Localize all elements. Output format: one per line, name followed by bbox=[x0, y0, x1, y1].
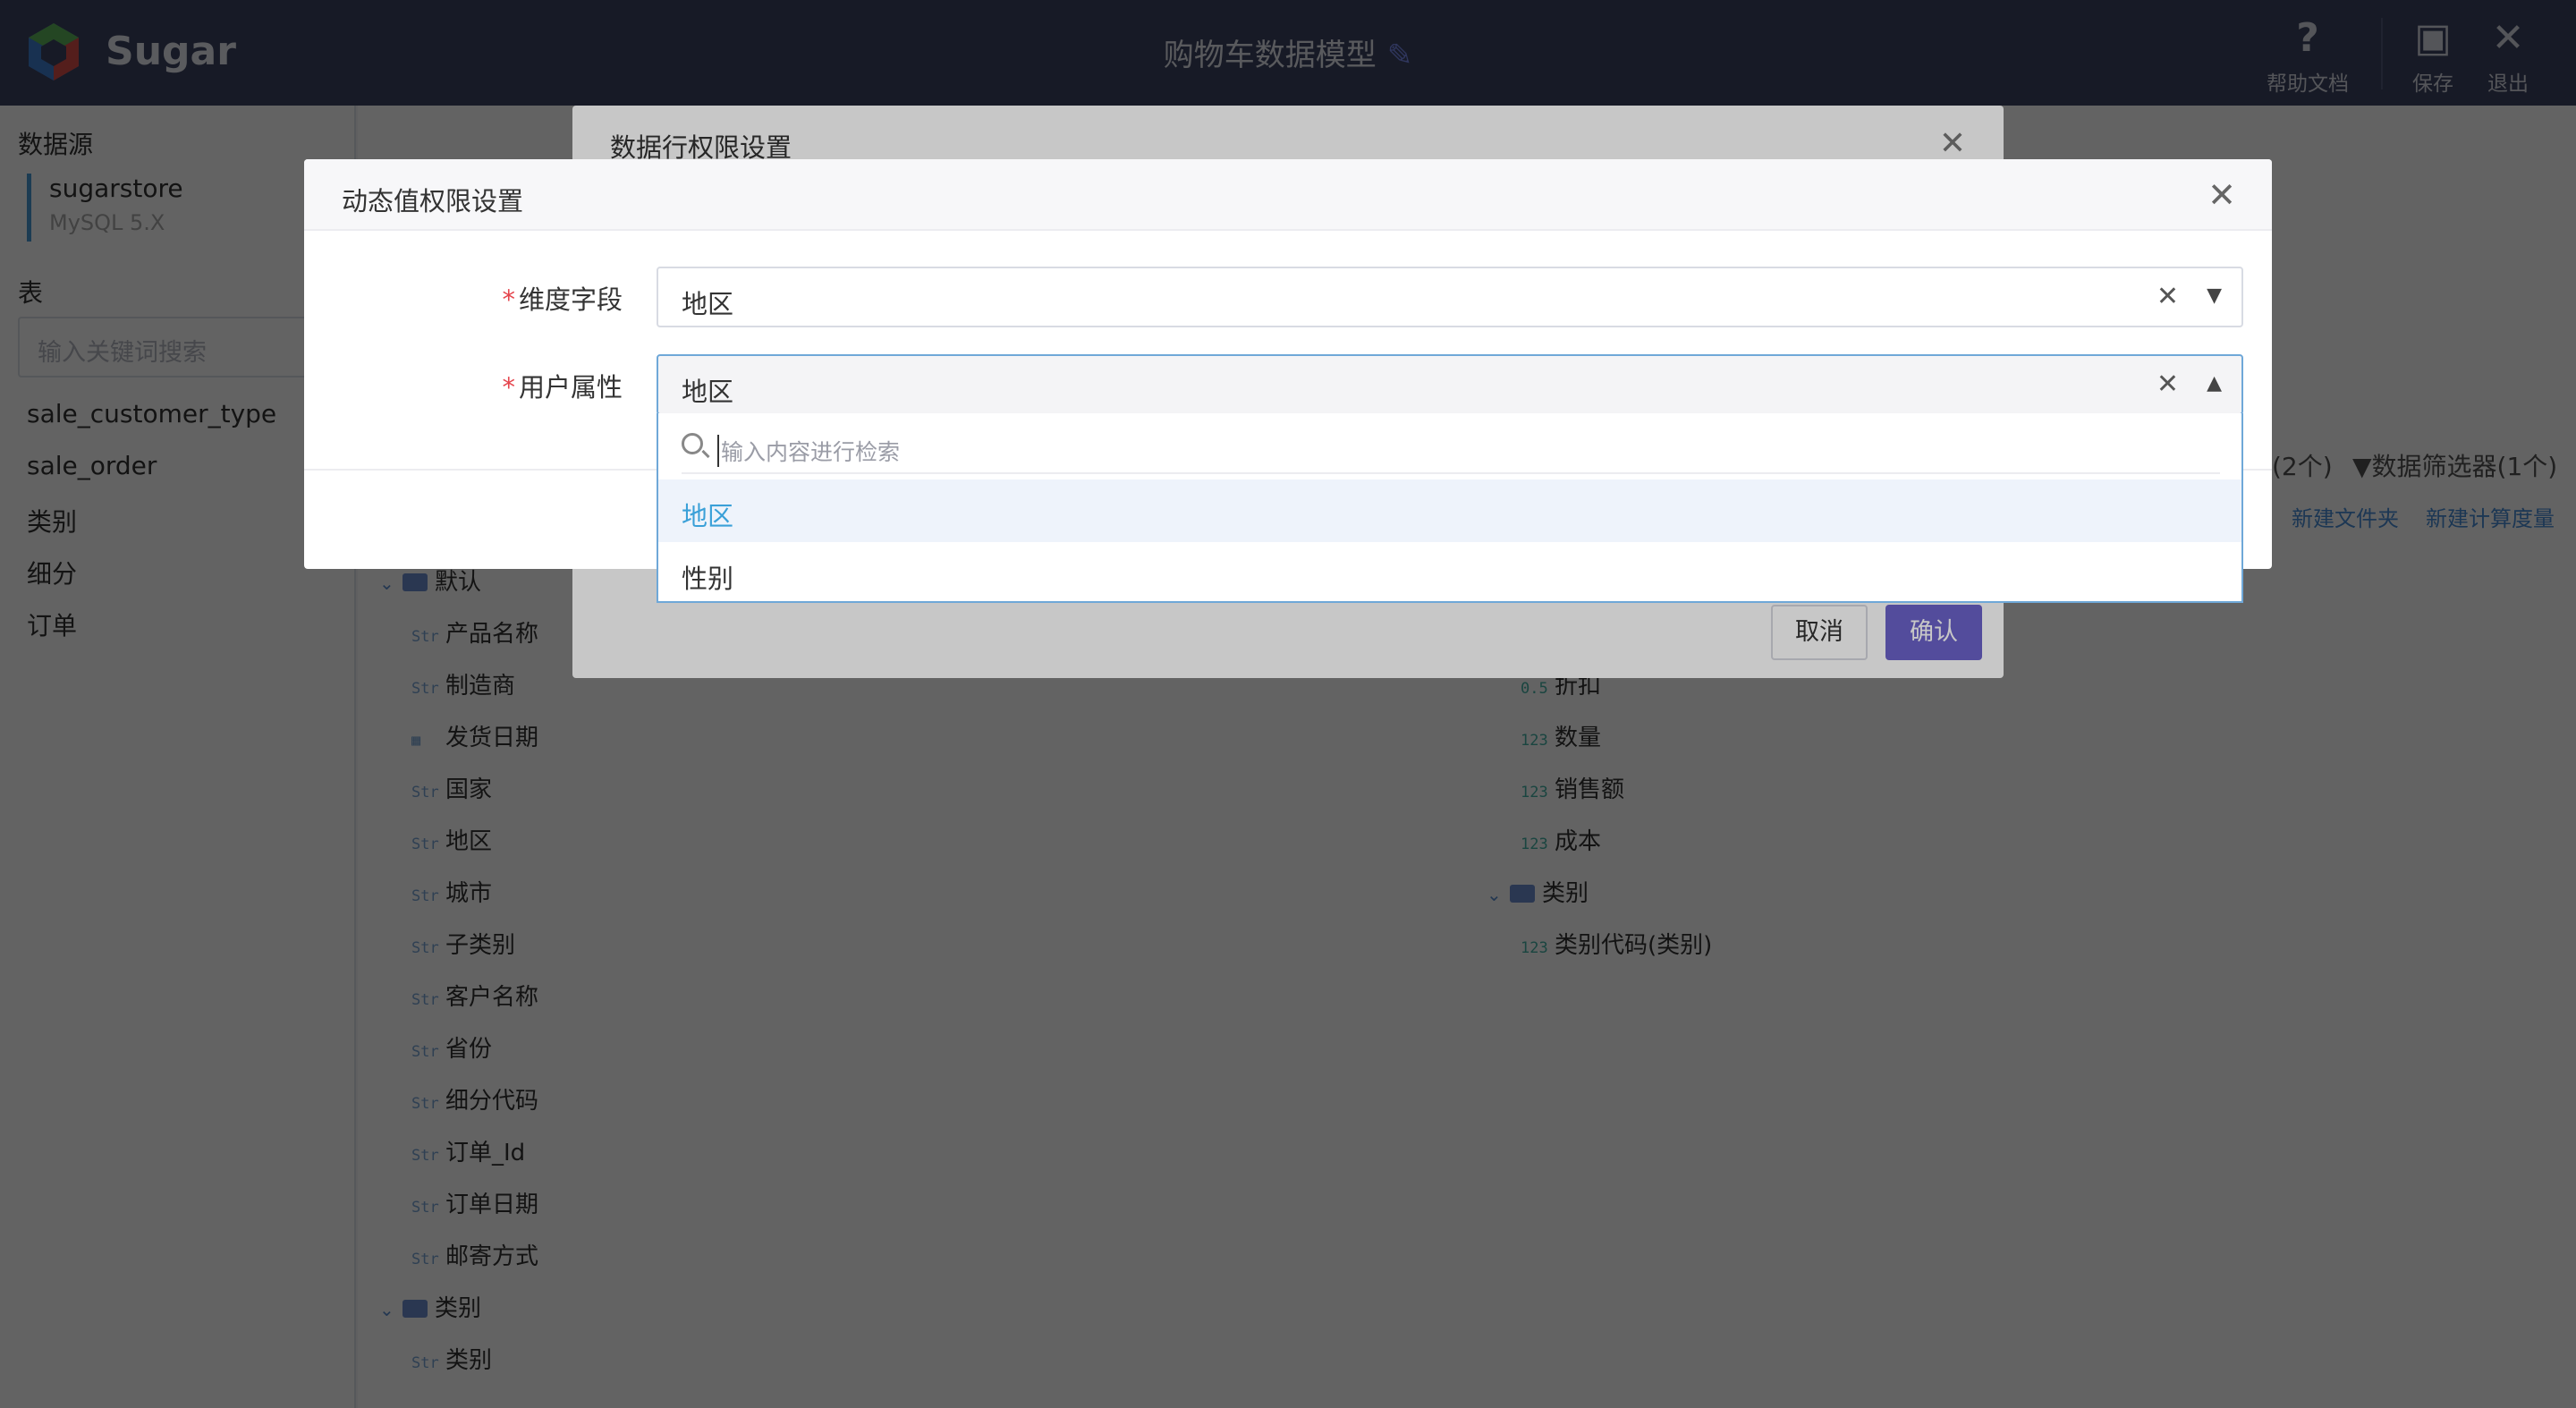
clear-icon[interactable]: ✕ bbox=[2157, 369, 2179, 400]
dimension-field-label: * 维度字段 bbox=[304, 279, 623, 317]
close-icon[interactable]: ✕ bbox=[2207, 175, 2236, 215]
dropdown-option[interactable]: 地区 bbox=[658, 479, 2241, 542]
search-icon bbox=[682, 433, 703, 454]
dimension-field-select[interactable]: 地区 ✕ ▼ bbox=[657, 267, 2243, 327]
dropdown-option[interactable]: 性别 bbox=[658, 542, 2241, 605]
user-attribute-value: 地区 bbox=[682, 377, 734, 407]
required-mark: * bbox=[502, 284, 515, 315]
dropdown-search-input[interactable]: 输入内容进行检索 bbox=[682, 429, 2220, 474]
user-attribute-label: * 用户属性 bbox=[304, 367, 623, 404]
user-attribute-dropdown: 输入内容进行检索 地区 性别 bbox=[657, 413, 2243, 603]
required-mark: * bbox=[502, 372, 515, 403]
dimension-field-value: 地区 bbox=[682, 289, 734, 319]
dynamic-dialog-title: 动态值权限设置 bbox=[304, 159, 2272, 231]
clear-icon[interactable]: ✕ bbox=[2157, 281, 2179, 312]
user-attribute-select[interactable]: 地区 ✕ ▲ bbox=[657, 354, 2243, 415]
dimension-field-label-text: 维度字段 bbox=[518, 284, 623, 315]
user-attribute-label-text: 用户属性 bbox=[518, 372, 623, 403]
dropdown-search-placeholder: 输入内容进行检索 bbox=[717, 435, 900, 467]
caret-up-icon[interactable]: ▲ bbox=[2207, 372, 2222, 394]
caret-down-icon[interactable]: ▼ bbox=[2207, 284, 2222, 307]
